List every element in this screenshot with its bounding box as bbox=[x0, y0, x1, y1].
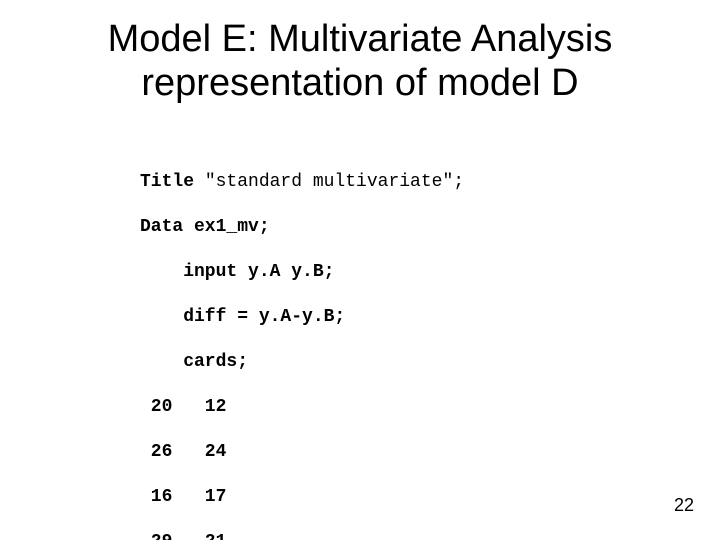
title-line-1: Model E: Multivariate Analysis bbox=[108, 18, 613, 60]
kw-title: Title bbox=[140, 172, 205, 192]
code-line: input y.A y.B; bbox=[140, 261, 464, 284]
title-line-2: representation of model D bbox=[141, 62, 578, 104]
code-text: "standard multivariate"; bbox=[205, 172, 464, 192]
code-line: 16 17 bbox=[140, 486, 464, 509]
code-line: cards; bbox=[140, 351, 464, 374]
page-number: 22 bbox=[674, 495, 694, 516]
code-line: 26 24 bbox=[140, 441, 464, 464]
slide-title: Model E: Multivariate Analysis represent… bbox=[0, 18, 720, 105]
code-line: 29 21 bbox=[140, 531, 464, 540]
code-line: Title "standard multivariate"; bbox=[140, 171, 464, 194]
kw-data: Data ex1_mv; bbox=[140, 217, 270, 237]
code-line: 20 12 bbox=[140, 396, 464, 419]
code-line: diff = y.A-y.B; bbox=[140, 306, 464, 329]
code-block: Title "standard multivariate"; Data ex1_… bbox=[140, 148, 464, 540]
slide: Model E: Multivariate Analysis represent… bbox=[0, 0, 720, 540]
code-line: Data ex1_mv; bbox=[140, 216, 464, 239]
